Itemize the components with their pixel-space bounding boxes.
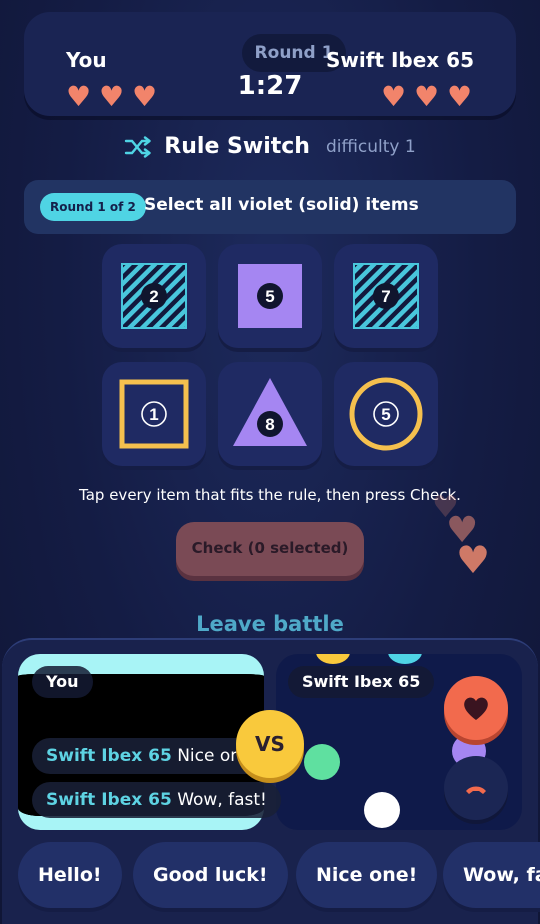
item-tile[interactable]: 1	[102, 362, 206, 466]
chat-text: Wow, fast!	[177, 790, 267, 810]
svg-text:5: 5	[265, 287, 274, 306]
shuffle-icon	[125, 135, 151, 158]
quick-reply-button[interactable]: Good luck!	[133, 842, 288, 908]
item-tile[interactable]: 2	[102, 244, 206, 348]
leave-battle-link[interactable]: Leave battle	[0, 612, 540, 636]
triangle-shape: 8	[233, 378, 307, 446]
quick-reply-button[interactable]: Wow, fast!	[443, 842, 540, 908]
item-tile[interactable]: 5	[334, 362, 438, 466]
timer: 1:27	[237, 71, 303, 101]
heart-icon	[464, 697, 488, 720]
square-shape: 1	[119, 379, 189, 449]
rule-text: Select all violet (solid) items	[144, 195, 419, 215]
instruction-text: Tap every item that fits the rule, then …	[79, 486, 461, 504]
decor-dot	[304, 744, 340, 780]
item-tile[interactable]: 7	[334, 244, 438, 348]
svg-text:2: 2	[149, 287, 158, 306]
svg-text:1: 1	[149, 405, 158, 424]
decor-dot	[388, 654, 422, 664]
chat-sender: Swift Ibex 65	[46, 746, 172, 766]
game-title: Rule Switch	[164, 134, 310, 159]
opponent-camera-label: Swift Ibex 65	[288, 666, 435, 698]
round-badge: Round 1 of 2	[40, 193, 146, 221]
decor-dot	[364, 792, 400, 828]
you-name: You	[66, 48, 107, 72]
chat-sender: Swift Ibex 65	[46, 790, 172, 810]
circle-shape: 5	[349, 377, 423, 451]
svg-text:8: 8	[265, 415, 274, 434]
decor-dot	[316, 654, 350, 664]
item-tile[interactable]: 5	[218, 244, 322, 348]
send-heart-button[interactable]	[444, 676, 508, 740]
hang-up-button[interactable]	[444, 756, 508, 820]
svg-text:7: 7	[381, 287, 390, 306]
game-title-row: Rule Switch difficulty 1	[0, 134, 540, 159]
chat-message: Swift Ibex 65 Wow, fast!	[32, 782, 281, 818]
hang-up-icon	[466, 786, 486, 794]
square-shape: 7	[353, 263, 419, 329]
svg-text:5: 5	[381, 405, 390, 424]
item-tile[interactable]: 8	[218, 362, 322, 466]
difficulty-label: difficulty 1	[325, 136, 416, 157]
quick-reply-button[interactable]: Nice one!	[296, 842, 438, 908]
square-shape: 2	[121, 263, 187, 329]
opponent-name: Swift Ibex 65	[326, 48, 474, 72]
check-button[interactable]: Check (0 selected)	[176, 522, 364, 576]
square-shape: 5	[238, 264, 302, 328]
rule-bar: Round 1 of 2 Select all violet (solid) i…	[24, 180, 516, 234]
you-camera-label: You	[32, 666, 93, 698]
quick-reply-button[interactable]: Hello!	[18, 842, 122, 908]
floating-heart-icon: ♥	[456, 538, 491, 582]
vs-badge: VS	[236, 710, 304, 778]
